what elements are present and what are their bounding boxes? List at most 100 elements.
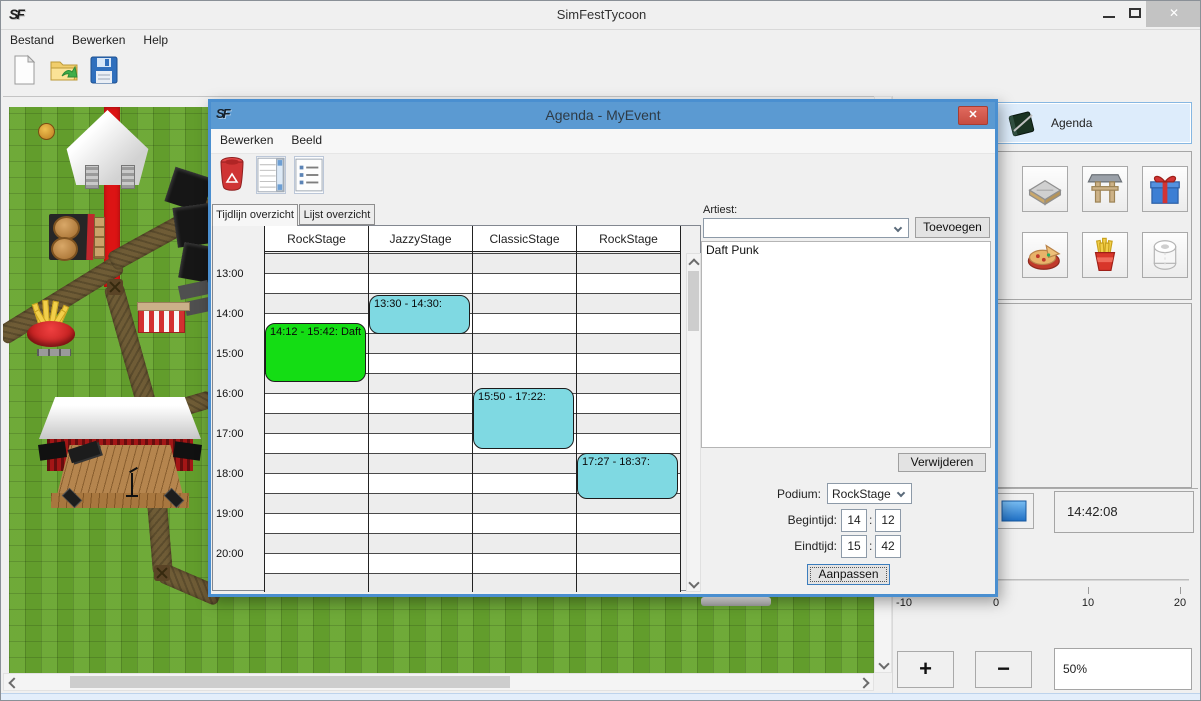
scrollbar-thumb[interactable] bbox=[70, 676, 510, 688]
schedule-scrollbar[interactable] bbox=[686, 253, 701, 592]
chevron-down-icon bbox=[894, 224, 902, 232]
agenda-book-icon bbox=[1005, 108, 1037, 138]
ticket-stand[interactable] bbox=[138, 307, 185, 333]
tent-grill bbox=[85, 165, 99, 189]
dialog-titlebar: SF Agenda - MyEvent ✕ bbox=[211, 102, 995, 129]
end-hour-field[interactable]: 15 bbox=[841, 535, 867, 558]
artist-listbox[interactable]: Daft Punk bbox=[701, 241, 991, 448]
pizza-icon bbox=[1023, 264, 1067, 281]
grid-vline bbox=[576, 226, 577, 592]
apply-button[interactable]: Aanpassen bbox=[807, 564, 890, 585]
scrollbar-thumb[interactable] bbox=[688, 271, 699, 331]
time-separator: : bbox=[869, 539, 872, 553]
schedule-panel: RockStageJazzyStageClassicStageRockStage… bbox=[212, 225, 701, 591]
road-tile-button[interactable] bbox=[1022, 166, 1068, 212]
map-object bbox=[701, 597, 771, 606]
pizza-button[interactable] bbox=[1022, 232, 1068, 278]
gift-button[interactable] bbox=[1142, 166, 1188, 212]
time-label: 13:00 bbox=[216, 268, 244, 280]
main-toolbar bbox=[5, 51, 1201, 95]
picnic-table[interactable] bbox=[94, 217, 105, 259]
scroll-down-icon[interactable] bbox=[875, 656, 891, 672]
scrollbar-corner bbox=[874, 673, 892, 691]
schedule-event[interactable]: 17:27 - 18:37: bbox=[577, 453, 678, 499]
scroll-down-icon[interactable] bbox=[686, 575, 702, 591]
ruler-tick bbox=[1088, 587, 1089, 594]
dialog-toolbar bbox=[213, 154, 993, 202]
maximize-button[interactable] bbox=[1122, 1, 1148, 27]
schedule-event[interactable]: 14:12 - 15:42: Daft Punk bbox=[265, 323, 366, 382]
window-title: SimFestTycoon bbox=[1, 7, 1201, 22]
map-horizontal-scrollbar[interactable] bbox=[3, 673, 874, 691]
menu-bewerken[interactable]: Bewerken bbox=[63, 30, 134, 50]
microphone-stand bbox=[131, 473, 133, 495]
fries-button[interactable] bbox=[1082, 232, 1128, 278]
clock-button[interactable] bbox=[994, 493, 1034, 529]
gift-icon bbox=[1143, 198, 1187, 215]
begin-hour-field[interactable]: 14 bbox=[841, 509, 867, 532]
dialog-close-button[interactable]: ✕ bbox=[958, 106, 988, 125]
stage-gate-button[interactable] bbox=[1082, 166, 1128, 212]
scroll-left-icon[interactable] bbox=[4, 674, 20, 690]
bullet-list-button[interactable] bbox=[294, 156, 324, 194]
column-header: JazzyStage bbox=[369, 226, 472, 252]
new-file-icon bbox=[8, 73, 40, 90]
minimize-button[interactable] bbox=[1096, 1, 1122, 27]
dialog-menu-bar: BewerkenBeeld bbox=[211, 129, 995, 154]
application-window: SF SimFestTycoon ✕ BestandBewerkenHelp bbox=[0, 0, 1201, 701]
ruler-label: 20 bbox=[1174, 597, 1186, 609]
column-header: RockStage bbox=[577, 226, 680, 252]
screen-icon bbox=[995, 515, 1033, 532]
bullet-list-icon bbox=[295, 180, 323, 197]
open-file-button[interactable] bbox=[45, 51, 83, 91]
menu-help[interactable]: Help bbox=[134, 30, 177, 50]
dialog-menu-bewerken[interactable]: Bewerken bbox=[211, 129, 282, 151]
grid-vline bbox=[680, 226, 681, 592]
schedule-event[interactable]: 15:50 - 17:22: bbox=[473, 388, 574, 448]
begin-minute-field[interactable]: 12 bbox=[875, 509, 901, 532]
toilet-paper-button[interactable] bbox=[1142, 232, 1188, 278]
artist-label: Artiest: bbox=[703, 204, 737, 216]
time-label: 15:00 bbox=[216, 348, 244, 360]
time-label: 18:00 bbox=[216, 468, 244, 480]
tab-tijdlijn-overzicht[interactable]: Tijdlijn overzicht bbox=[212, 204, 298, 226]
new-file-button[interactable] bbox=[5, 51, 43, 91]
burger-stand[interactable] bbox=[49, 214, 92, 260]
menu-bestand[interactable]: Bestand bbox=[1, 30, 63, 50]
podium-label: Podium: bbox=[756, 487, 821, 501]
status-bar bbox=[1, 693, 1201, 701]
time-label: 19:00 bbox=[216, 508, 244, 520]
stage-roof bbox=[39, 397, 201, 439]
tab-lijst-overzicht[interactable]: Lijst overzicht bbox=[299, 204, 375, 225]
zoom-out-button[interactable]: − bbox=[975, 651, 1032, 688]
toilet-paper-icon bbox=[1143, 264, 1187, 281]
bench bbox=[37, 349, 71, 356]
artist-list-item[interactable]: Daft Punk bbox=[702, 242, 990, 258]
main-stage[interactable] bbox=[39, 397, 201, 515]
dialog-menu-beeld[interactable]: Beeld bbox=[282, 129, 331, 151]
podium-combo-value: RockStage bbox=[832, 487, 891, 501]
open-file-icon bbox=[48, 73, 80, 90]
scroll-right-icon[interactable] bbox=[857, 674, 873, 690]
end-minute-field[interactable]: 42 bbox=[875, 535, 901, 558]
add-artist-button[interactable]: Toevoegen bbox=[915, 217, 990, 238]
grid-vline bbox=[264, 226, 265, 592]
chevron-down-icon bbox=[897, 489, 905, 497]
zoom-in-button[interactable]: + bbox=[897, 651, 954, 688]
scroll-up-icon[interactable] bbox=[686, 254, 702, 270]
list-view-button[interactable] bbox=[256, 156, 286, 194]
podium-combobox[interactable]: RockStage bbox=[827, 483, 912, 504]
save-file-button[interactable] bbox=[85, 51, 123, 91]
ruler-label: -10 bbox=[896, 597, 912, 609]
menu-bar: BestandBewerkenHelp bbox=[1, 29, 1201, 51]
minimize-icon bbox=[1103, 16, 1115, 18]
remove-artist-button[interactable]: Verwijderen bbox=[898, 453, 986, 472]
trash-button[interactable] bbox=[218, 156, 248, 194]
artist-combobox[interactable] bbox=[703, 218, 909, 238]
schedule-event[interactable]: 13:30 - 14:30: bbox=[369, 295, 470, 334]
road-tile-icon bbox=[1023, 198, 1067, 215]
close-button[interactable]: ✕ bbox=[1146, 1, 1201, 27]
stage-gate-icon bbox=[1083, 198, 1127, 215]
zoom-level-box[interactable]: 50% bbox=[1054, 648, 1192, 690]
grid-vline bbox=[368, 226, 369, 592]
